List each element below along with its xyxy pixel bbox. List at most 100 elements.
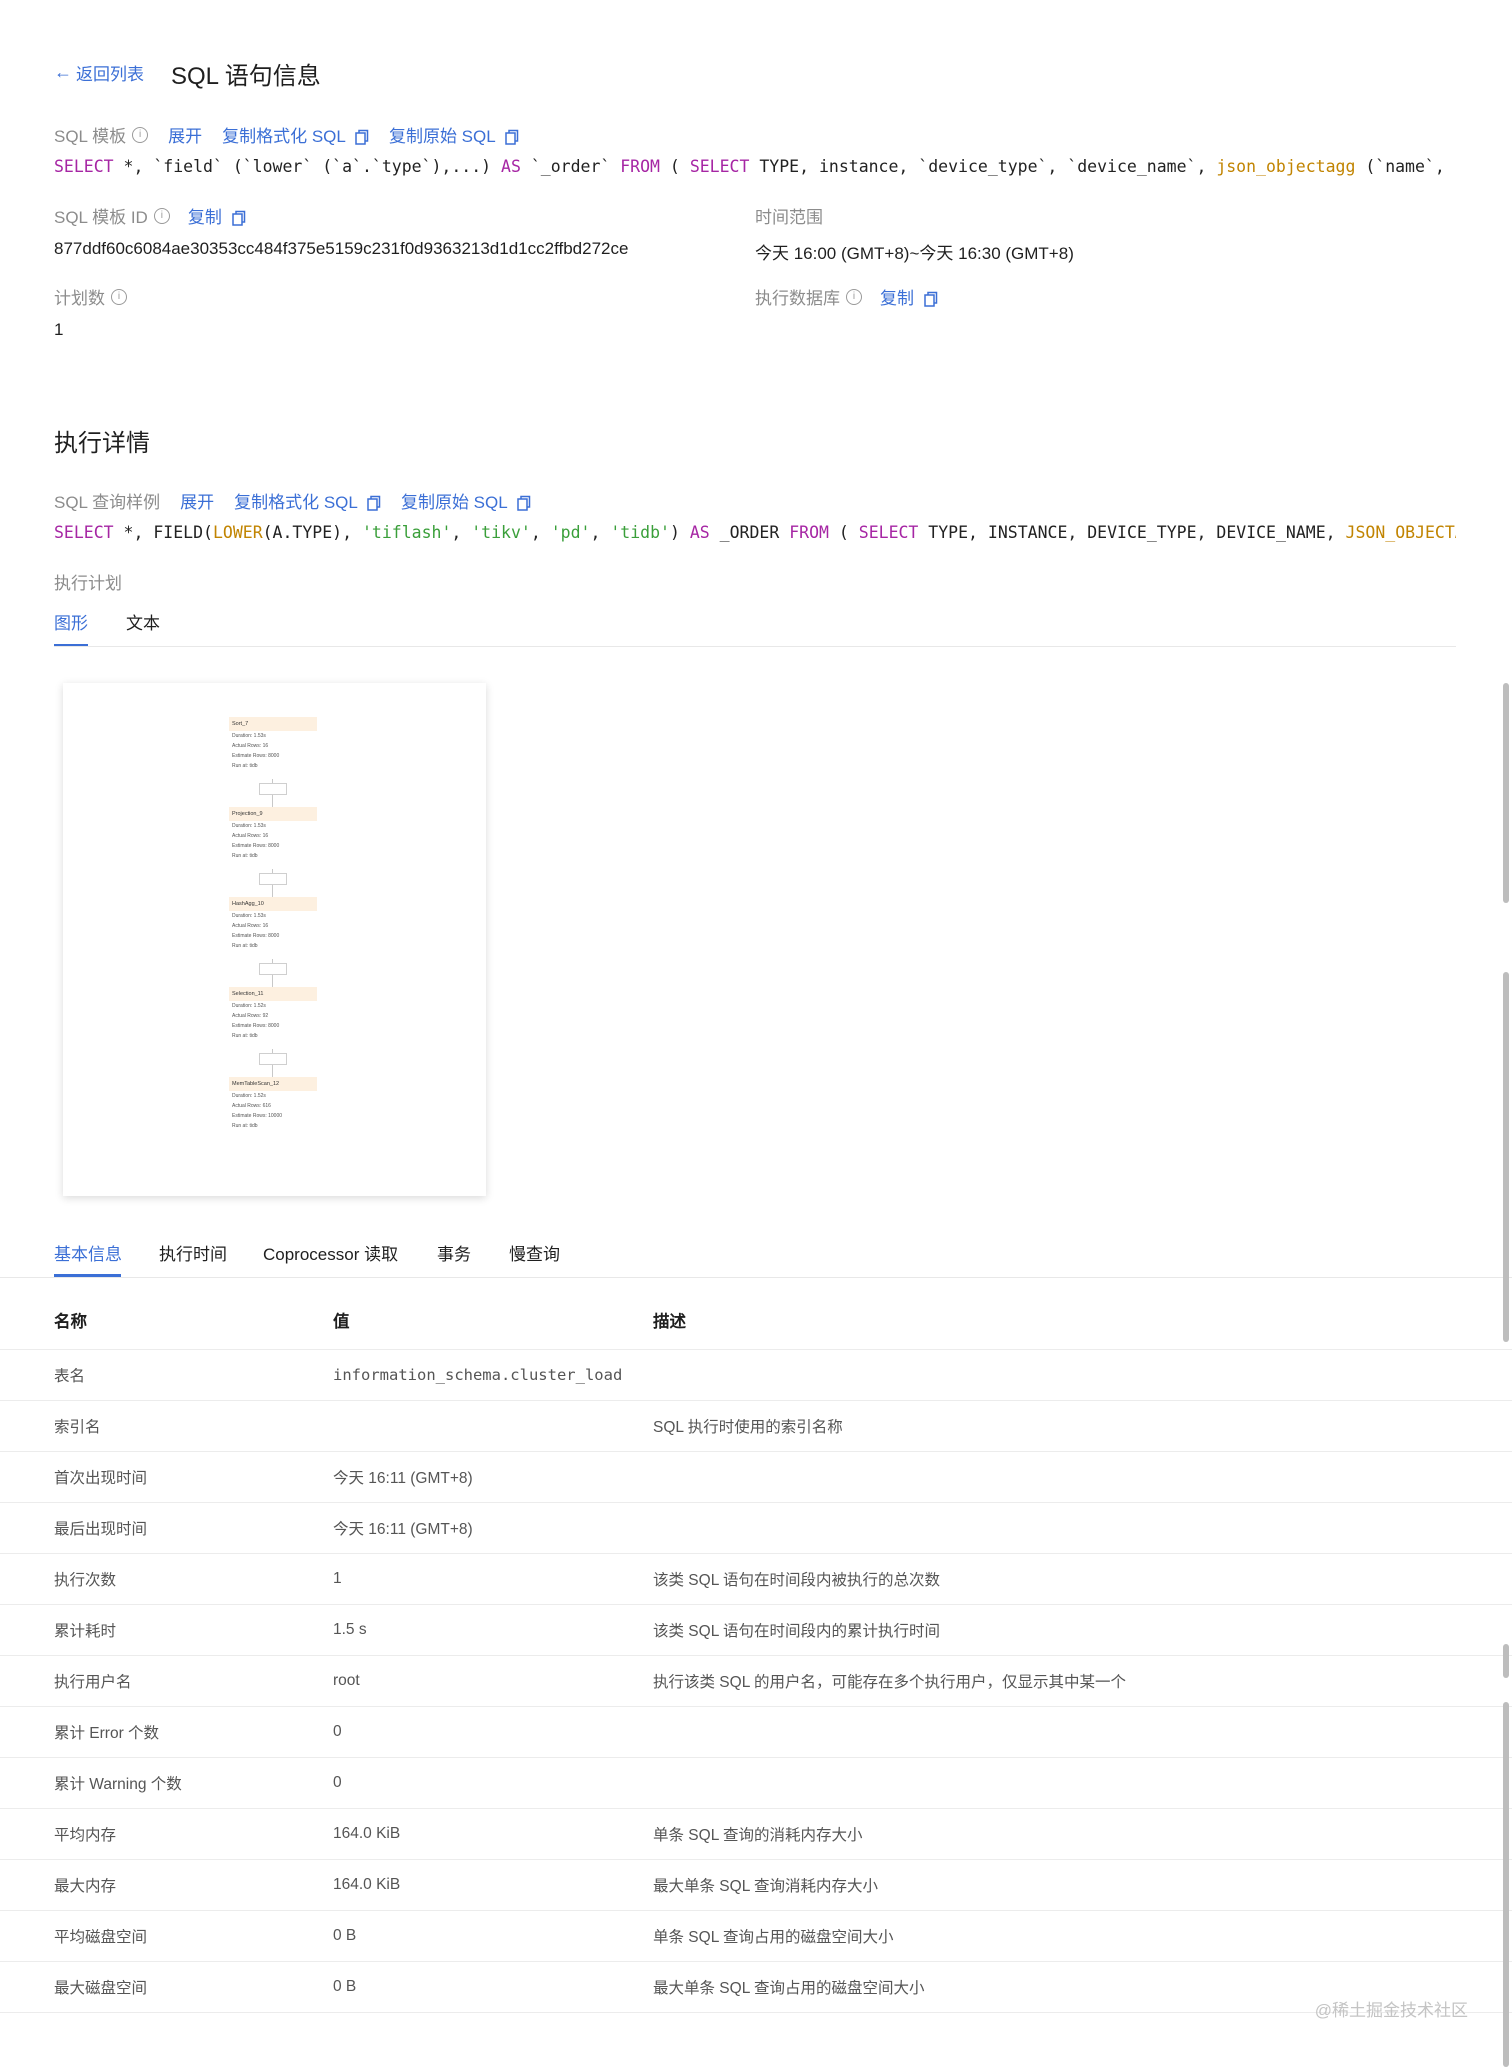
sql-token: , <box>451 523 472 542</box>
copy-raw-sample-button[interactable]: 复制原始 SQL <box>401 488 531 513</box>
tab-graph[interactable]: 图形 <box>54 609 88 634</box>
tab-info-4[interactable]: 慢查询 <box>509 1240 560 1265</box>
expand-sample-button[interactable]: 展开 <box>180 488 214 513</box>
plan-node-stat: Run at: tidb <box>232 853 258 859</box>
plan-node-stat: Estimate Rows: 8000 <box>232 933 280 939</box>
copy-icon <box>231 210 245 226</box>
info-icon: i <box>111 288 127 305</box>
copy-raw-sql-button[interactable]: 复制原始 SQL <box>389 122 519 147</box>
copy-label: 复制 <box>880 289 914 308</box>
row-name-cell: 表名 <box>0 1349 333 1401</box>
expand-template-button[interactable]: 展开 <box>168 122 202 147</box>
tab-info-1[interactable]: 执行时间 <box>159 1240 227 1265</box>
row-value-cell: 164.0 KiB <box>333 1808 653 1860</box>
sql-token: *, FIELD( <box>113 523 213 542</box>
info-icon: i <box>132 126 149 143</box>
row-name-cell: 累计耗时 <box>0 1604 333 1656</box>
tab-text[interactable]: 文本 <box>126 609 160 634</box>
row-value-cell: 今天 16:11 (GMT+8) <box>333 1451 653 1503</box>
copy-formatted-label: 复制格式化 SQL <box>222 127 346 146</box>
watermark: @稀土掘金技术社区 <box>1314 2001 1468 2020</box>
sql-token: TYPE, instance, `device_type`, `device_n… <box>749 157 1217 176</box>
plan-node-stat: Actual Rows: 16 <box>232 833 269 839</box>
plan-node[interactable]: HashAgg_10 Duration: 1.53s Actual Rows: 16… <box>229 897 317 965</box>
plan-node-name: HashAgg_10 <box>229 897 317 911</box>
back-to-list-link[interactable]: ← 返回列表 <box>54 60 144 85</box>
template-sql-code: SELECT *, `field` (`lower` (`a`.`type`),… <box>54 157 1454 176</box>
basic-info-table: 名称 值 描述 表名 information_schema.cluster_loa… <box>0 1291 1512 2013</box>
sql-token: ( <box>828 523 859 542</box>
row-value-cell: 0 <box>333 1706 653 1758</box>
plan-node-stat: Run at: tidb <box>232 1123 258 1129</box>
sql-sample-label: SQL 查询样例 <box>54 493 161 512</box>
copy-formatted-sample-button[interactable]: 复制格式化 SQL <box>234 488 381 513</box>
row-desc-cell <box>653 1757 1512 1809</box>
copy-template-id-button[interactable]: 复制 <box>188 203 246 228</box>
plan-count-label: 计划数 <box>54 289 105 308</box>
plan-node-stat: Estimate Rows: 8000 <box>232 843 280 849</box>
column-header-value: 值 <box>333 1291 653 1350</box>
row-name-cell: 最后出现时间 <box>0 1502 333 1554</box>
scrollbar-thumb[interactable] <box>1503 972 1509 1342</box>
row-value-cell: 0 <box>333 1757 653 1809</box>
row-name-cell: 累计 Error 个数 <box>0 1706 333 1758</box>
plan-node[interactable]: MemTableScan_12 Duration: 1.52s Actual Row… <box>229 1077 317 1145</box>
exec-db-label: 执行数据库 <box>755 289 840 308</box>
copy-icon <box>355 129 369 145</box>
plan-node[interactable]: Projection_9 Duration: 1.53s Actual Rows: … <box>229 807 317 875</box>
copy-raw-label: 复制原始 SQL <box>388 127 496 146</box>
row-value-cell: 今天 16:11 (GMT+8) <box>333 1502 653 1554</box>
row-name-cell: 平均磁盘空间 <box>0 1910 333 1962</box>
sql-token: FROM <box>620 157 660 176</box>
plan-node[interactable]: Sort_7 Duration: 1.53s Actual Rows: 16 Esti… <box>229 717 317 785</box>
template-id-value: 877ddf60c6084ae30353cc484f375e5159c231f0… <box>54 239 629 258</box>
scrollbar-thumb[interactable] <box>1503 1702 1509 2067</box>
plan-node-stat: Estimate Rows: 8000 <box>232 1023 280 1029</box>
sql-token: TYPE, INSTANCE, DEVICE_TYPE, DEVICE_NAME… <box>918 523 1346 542</box>
sql-token: _ORDER <box>709 523 790 542</box>
row-value-cell: 0 B <box>333 1910 653 1962</box>
copy-exec-db-button[interactable]: 复制 <box>880 284 938 309</box>
sql-token: SELECT <box>858 523 919 542</box>
copy-icon <box>505 129 519 145</box>
sql-token: AS <box>689 523 710 542</box>
scrollbar-thumb[interactable] <box>1503 1644 1509 1678</box>
scrollbar-thumb[interactable] <box>1503 683 1509 903</box>
copy-icon <box>517 495 531 511</box>
table-row: 累计耗时 1.5 s 该类 SQL 语句在时间段内的累计执行时间 <box>0 1604 1512 1656</box>
plan-node-stat: Duration: 1.52s <box>232 1003 266 1009</box>
table-row: 表名 information_schema.cluster_load <box>0 1349 1512 1401</box>
sql-token: 'tiflash' <box>361 523 452 542</box>
sql-token: (A.TYPE), <box>262 523 362 542</box>
table-header-row: 名称 值 描述 <box>0 1291 1512 1350</box>
row-desc-cell: 该类 SQL 语句在时间段内被执行的总次数 <box>653 1553 1512 1605</box>
plan-node-stat: Run at: tidb <box>232 1033 258 1039</box>
template-id-label: SQL 模板 ID <box>54 208 148 227</box>
tab-info-2[interactable]: Coprocessor 读取 <box>263 1240 398 1265</box>
row-desc-cell: 执行该类 SQL 的用户名，可能存在多个执行用户，仅显示其中某一个 <box>653 1655 1512 1707</box>
plan-edge-label <box>259 963 287 975</box>
sql-token: LOWER <box>212 523 263 542</box>
column-header-name: 名称 <box>0 1291 333 1350</box>
copy-formatted-label: 复制格式化 SQL <box>234 493 358 512</box>
copy-icon <box>923 291 937 307</box>
plan-node-stat: Duration: 1.53s <box>232 913 266 919</box>
table-row: 累计 Error 个数 0 <box>0 1706 1512 1758</box>
plan-node-stat: Actual Rows: 616 <box>232 1103 271 1109</box>
divider <box>0 1277 1512 1278</box>
time-range-label: 时间范围 <box>755 208 823 227</box>
row-value-cell: root <box>333 1655 653 1707</box>
row-name-cell: 执行次数 <box>0 1553 333 1605</box>
sql-token: AS <box>501 157 521 176</box>
sql-token: json_objectagg <box>1216 157 1356 176</box>
execution-plan-graph[interactable]: Sort_7 Duration: 1.53s Actual Rows: 16 Esti… <box>63 683 486 1196</box>
plan-node-name: Selection_11 <box>229 987 317 1001</box>
tab-info-3[interactable]: 事务 <box>437 1240 471 1265</box>
plan-node[interactable]: Selection_11 Duration: 1.52s Actual Rows: … <box>229 987 317 1055</box>
sql-token: SELECT <box>54 157 114 176</box>
tab-info-0[interactable]: 基本信息 <box>54 1240 122 1265</box>
copy-formatted-sql-button[interactable]: 复制格式化 SQL <box>222 122 369 147</box>
row-value-cell: 0 B <box>333 1961 653 2013</box>
row-value-cell: information_schema.cluster_load <box>333 1349 653 1401</box>
copy-label: 复制 <box>187 208 222 227</box>
